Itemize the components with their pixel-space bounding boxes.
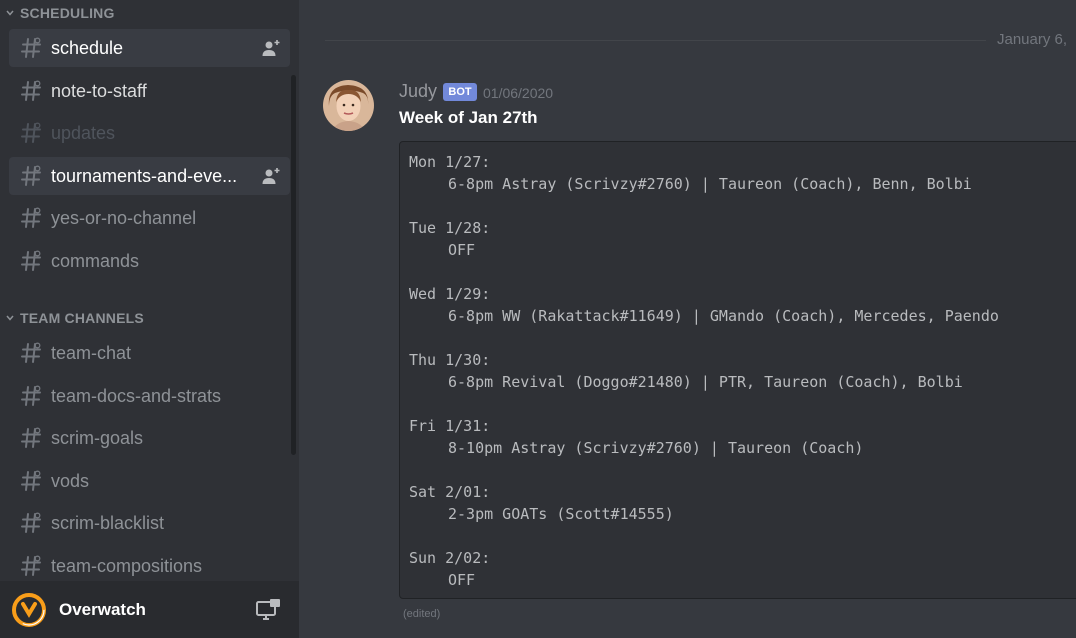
schedule-detail: 8-10pm Astray (Scrivzy#2760) | Taureon (… — [448, 439, 864, 457]
channel-team-chat[interactable]: team-chat — [9, 334, 290, 372]
category-team-channels[interactable]: TEAM CHANNELS — [0, 307, 290, 329]
hash-icon — [21, 250, 41, 271]
hash-icon — [21, 512, 41, 533]
schedule-entry: Sat 2/01: 2-3pm GOATs (Scott#14555) — [409, 481, 1076, 525]
schedule-detail: 6-8pm WW (Rakattack#11649) | GMando (Coa… — [448, 307, 999, 325]
channel-name: schedule — [51, 37, 124, 58]
server-panel: Overwatch — [0, 581, 299, 638]
channel-commands[interactable]: commands — [9, 242, 290, 280]
schedule-day: Tue 1/28: — [409, 219, 491, 237]
overwatch-logo-icon — [12, 592, 46, 627]
schedule-day: Sat 2/01: — [409, 483, 491, 501]
category-scheduling[interactable]: SCHEDULING — [0, 2, 290, 24]
hash-icon — [21, 207, 41, 228]
channel-name: yes-or-no-channel — [51, 207, 197, 228]
schedule-detail: 6-8pm Astray (Scrivzy#2760) | Taureon (C… — [448, 175, 972, 193]
category-label: SCHEDULING — [20, 5, 115, 21]
channel-yes-or-no-channel[interactable]: yes-or-no-channel — [9, 199, 290, 237]
hash-icon — [21, 555, 41, 576]
hash-icon — [21, 342, 41, 363]
schedule-day: Fri 1/31: — [409, 417, 491, 435]
chevron-down-icon — [6, 10, 14, 16]
channel-name: team-docs-and-strats — [51, 385, 222, 406]
channel-name: tournaments-and-eve... — [51, 165, 238, 186]
schedule-entry: Thu 1/30: 6-8pm Revival (Doggo#21480) | … — [409, 349, 1076, 393]
sidebar-scrollbar[interactable] — [291, 75, 296, 455]
channel-name: note-to-staff — [51, 80, 147, 101]
channel-name: scrim-blacklist — [51, 512, 165, 533]
bot-badge: BOT — [443, 83, 477, 101]
channel-name: vods — [51, 470, 90, 491]
channel-name: team-chat — [51, 342, 132, 363]
schedule-detail: 6-8pm Revival (Doggo#21480) | PTR, Taure… — [448, 373, 963, 391]
schedule-entry: Wed 1/29: 6-8pm WW (Rakattack#11649) | G… — [409, 283, 1076, 327]
channel-sidebar: SCHEDULING schedule note-to-staff update… — [0, 0, 299, 638]
channel-tournaments-and-events[interactable]: tournaments-and-eve... — [9, 157, 290, 195]
add-member-icon[interactable] — [262, 39, 280, 57]
hash-icon — [21, 165, 41, 186]
schedule-detail: OFF — [448, 571, 476, 589]
hash-icon — [21, 470, 41, 491]
channel-team-docs-and-strats[interactable]: team-docs-and-strats — [9, 377, 290, 415]
schedule-day: Sun 2/02: — [409, 549, 491, 567]
hash-icon — [21, 385, 41, 406]
screen-share-icon[interactable] — [255, 598, 281, 622]
hash-icon — [21, 427, 41, 448]
channel-updates[interactable]: updates — [9, 114, 290, 152]
schedule-day: Thu 1/30: — [409, 351, 491, 369]
channel-vods[interactable]: vods — [9, 462, 290, 500]
category-label: TEAM CHANNELS — [20, 310, 144, 326]
channel-note-to-staff[interactable]: note-to-staff — [9, 72, 290, 110]
schedule-code-block: Mon 1/27: 6-8pm Astray (Scrivzy#2760) | … — [399, 141, 1076, 599]
chevron-down-icon — [6, 315, 14, 321]
schedule-entry: Mon 1/27: 6-8pm Astray (Scrivzy#2760) | … — [409, 151, 1076, 195]
date-divider-line — [325, 40, 986, 41]
schedule-entry: Sun 2/02: OFF — [409, 547, 1076, 591]
schedule-detail: 2-3pm GOATs (Scott#14555) — [448, 505, 674, 523]
message-title: Week of Jan 27th — [399, 108, 538, 127]
channel-scrim-goals[interactable]: scrim-goals — [9, 419, 290, 457]
channel-scrim-blacklist[interactable]: scrim-blacklist — [9, 504, 290, 542]
hash-icon — [21, 37, 41, 58]
avatar[interactable] — [323, 80, 374, 131]
channel-name: updates — [51, 122, 116, 143]
schedule-day: Mon 1/27: — [409, 153, 491, 171]
message-author[interactable]: Judy — [399, 81, 437, 102]
channel-team-compositions[interactable]: team-compositions — [9, 547, 290, 585]
channel-schedule[interactable]: schedule — [9, 29, 290, 67]
hash-icon — [21, 80, 41, 101]
channel-name: scrim-goals — [51, 427, 144, 448]
channel-name: commands — [51, 250, 140, 271]
date-divider-label: January 6, — [997, 31, 1068, 48]
schedule-entry: Fri 1/31: 8-10pm Astray (Scrivzy#2760) |… — [409, 415, 1076, 459]
message-timestamp: 01/06/2020 — [483, 85, 554, 101]
judy-avatar-icon — [323, 80, 374, 131]
schedule-entry: Tue 1/28: OFF — [409, 217, 1076, 261]
edited-label: (edited) — [403, 608, 441, 620]
schedule-detail: OFF — [448, 241, 476, 259]
server-name: Overwatch — [59, 599, 146, 619]
channel-name: team-compositions — [51, 555, 203, 576]
hash-icon — [21, 122, 41, 143]
schedule-day: Wed 1/29: — [409, 285, 491, 303]
add-member-icon[interactable] — [262, 167, 280, 185]
